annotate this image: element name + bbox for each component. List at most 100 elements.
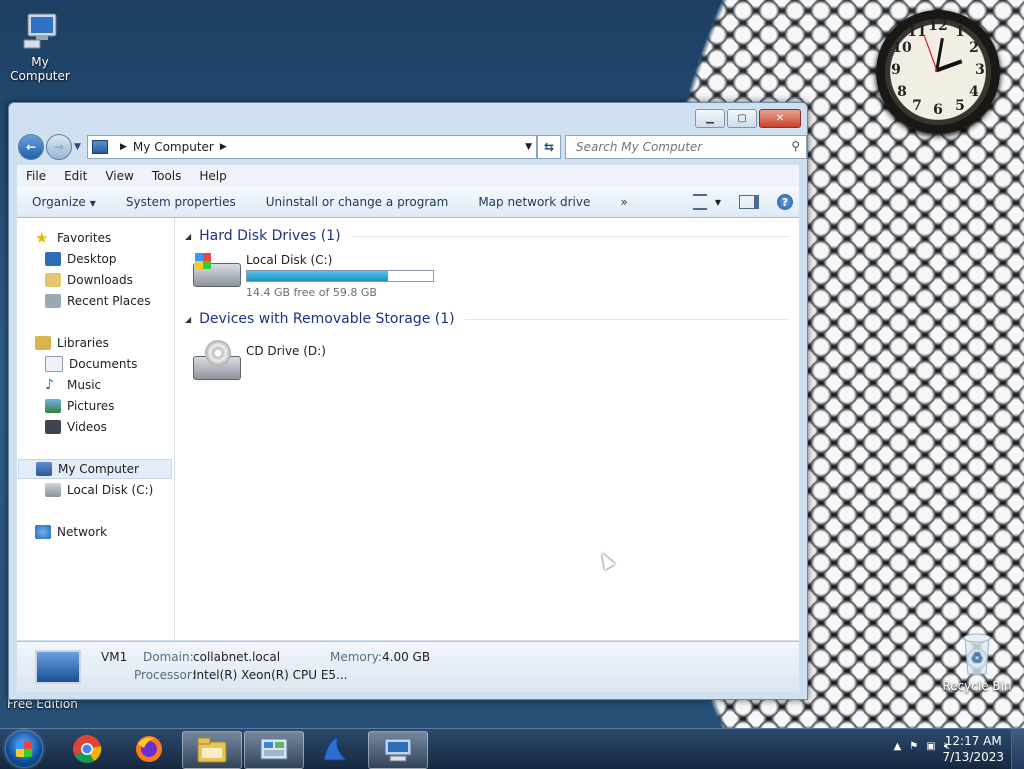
caption-buttons: ▁ ▢ ✕ — [695, 109, 801, 128]
recent-places-icon — [45, 294, 61, 308]
downloads-folder-icon — [45, 273, 61, 287]
clock-number: 3 — [975, 62, 985, 78]
clock-time: 12:17 AM — [944, 734, 1002, 748]
taskbar-app[interactable] — [306, 731, 364, 767]
taskbar-chrome[interactable] — [58, 731, 116, 767]
taskbar-control-panel[interactable] — [244, 731, 304, 769]
clock-second-hand — [924, 36, 938, 73]
computer-icon — [92, 140, 108, 154]
start-button[interactable] — [6, 731, 42, 767]
minimize-button[interactable]: ▁ — [695, 109, 725, 128]
taskbar-clock[interactable]: 12:17 AM 7/13/2023 — [942, 733, 1004, 765]
breadcrumb-separator-icon[interactable]: ▶ — [220, 142, 227, 152]
search-box[interactable]: ⚲ — [565, 135, 807, 159]
breadcrumb-my-computer[interactable]: My Computer — [133, 140, 214, 154]
desktop-icon-recycle-bin[interactable]: ♻ Recycle Bin — [940, 630, 1014, 693]
clock-number: 6 — [933, 102, 943, 118]
command-bar: Organize ▼ System properties Uninstall or… — [17, 187, 799, 218]
search-input[interactable] — [574, 139, 778, 155]
pictures-icon — [45, 399, 61, 413]
system-properties-button[interactable]: System properties — [111, 195, 251, 209]
cd-drive-icon — [193, 336, 241, 380]
domain-value: collabnet.local — [193, 650, 281, 664]
taskbar-remote-desktop[interactable] — [368, 731, 428, 769]
maximize-icon: ▢ — [737, 113, 747, 124]
nav-pictures[interactable]: Pictures — [45, 396, 115, 416]
forward-button[interactable]: → — [46, 134, 72, 160]
computer-icon — [36, 462, 52, 476]
change-view-button[interactable]: ▼ — [692, 194, 721, 210]
nav-network[interactable]: Network — [35, 522, 107, 542]
drive-local-disk-c[interactable]: Local Disk (C:) 14.4 GB free of 59.8 GB — [193, 253, 434, 299]
collapse-icon[interactable]: ◢ — [185, 232, 191, 241]
taskbar-firefox[interactable] — [120, 731, 178, 767]
taskbar-explorer[interactable] — [182, 731, 242, 769]
forward-arrow-icon: → — [53, 140, 65, 154]
group-divider — [350, 235, 789, 237]
nav-downloads[interactable]: Downloads — [45, 270, 133, 290]
nav-libraries[interactable]: Libraries — [35, 333, 109, 353]
clock-hour-hand — [936, 59, 963, 72]
menu-tools[interactable]: Tools — [143, 169, 191, 183]
drive-cd-d[interactable]: CD Drive (D:) — [193, 336, 326, 380]
nav-local-disk[interactable]: Local Disk (C:) — [45, 480, 153, 500]
help-icon: ? — [781, 195, 789, 209]
menu-help[interactable]: Help — [190, 169, 235, 183]
address-dropdown-icon[interactable]: ▼ — [525, 142, 532, 152]
show-hidden-icons-button[interactable]: ▲ — [894, 741, 902, 752]
nav-recent-places[interactable]: Recent Places — [45, 291, 150, 311]
clock-number: 12 — [928, 18, 948, 34]
collapse-icon[interactable]: ◢ — [185, 315, 191, 324]
search-icon[interactable]: ⚲ — [791, 139, 800, 153]
close-button[interactable]: ✕ — [759, 109, 801, 128]
explorer-icon — [197, 737, 227, 763]
nav-my-computer[interactable]: My Computer — [18, 459, 172, 479]
refresh-button[interactable]: ⇆ — [537, 135, 561, 159]
view-icon — [692, 194, 707, 210]
network-status-icon[interactable]: ▣ — [926, 741, 935, 752]
nav-desktop[interactable]: Desktop — [45, 249, 117, 269]
cd-disc-icon — [205, 340, 231, 366]
map-network-drive-button[interactable]: Map network drive — [463, 195, 605, 209]
processor-key: Processor: — [134, 668, 196, 682]
processor-value: Intel(R) Xeon(R) CPU E5... — [193, 668, 348, 682]
action-center-icon[interactable]: ⚑ — [909, 741, 918, 752]
chevron-down-icon: ▼ — [714, 197, 721, 207]
group-removable-storage[interactable]: ◢ Devices with Removable Storage (1) — [185, 311, 789, 327]
recent-pages-dropdown[interactable]: ▼ — [74, 142, 81, 152]
uninstall-program-button[interactable]: Uninstall or change a program — [251, 195, 464, 209]
back-button[interactable]: ← — [18, 134, 44, 160]
nav-label: Desktop — [67, 252, 117, 266]
menu-edit[interactable]: Edit — [55, 169, 96, 183]
preview-pane-button[interactable] — [739, 195, 759, 209]
navigation-pane: ★ Favorites Desktop Downloads Recent Plac… — [17, 218, 175, 640]
nav-favorites[interactable]: ★ Favorites — [35, 228, 111, 248]
breadcrumb-separator-icon[interactable]: ▶ — [120, 142, 127, 152]
group-hard-disk-drives[interactable]: ◢ Hard Disk Drives (1) — [185, 228, 789, 244]
more-commands-button[interactable]: » — [605, 195, 642, 209]
nav-videos[interactable]: Videos — [45, 417, 107, 437]
star-icon: ★ — [35, 229, 49, 247]
menu-file[interactable]: File — [17, 169, 55, 183]
computer-name: VM1 — [101, 650, 128, 664]
taskbar: ▲ ⚑ ▣ 🔇︎ 12:17 AM 7/13/2023 — [0, 728, 1024, 769]
address-bar[interactable]: ▶ My Computer ▶ ▼ — [87, 135, 537, 159]
videos-icon — [45, 420, 61, 434]
nav-label: Local Disk (C:) — [67, 483, 154, 497]
control-panel-icon — [260, 738, 288, 760]
maximize-button[interactable]: ▢ — [727, 109, 757, 128]
clock-number: 7 — [912, 98, 922, 114]
minimize-icon: ▁ — [706, 113, 714, 124]
nav-label: Recent Places — [67, 294, 151, 308]
recycle-bin-icon: ♻ — [963, 633, 991, 675]
help-button[interactable]: ? — [777, 194, 793, 210]
nav-documents[interactable]: Documents — [45, 354, 137, 374]
show-desktop-button[interactable] — [1011, 729, 1024, 769]
organize-button[interactable]: Organize ▼ — [17, 195, 111, 209]
nav-music[interactable]: ♪ Music — [45, 375, 101, 395]
clock-gadget[interactable]: 12 1 2 3 4 5 6 7 8 9 10 11 — [876, 10, 1000, 134]
desktop-icon-my-computer[interactable]: My Computer — [0, 8, 80, 83]
computer-icon — [35, 650, 81, 684]
menu-view[interactable]: View — [96, 169, 142, 183]
refresh-icon: ⇆ — [543, 140, 555, 154]
